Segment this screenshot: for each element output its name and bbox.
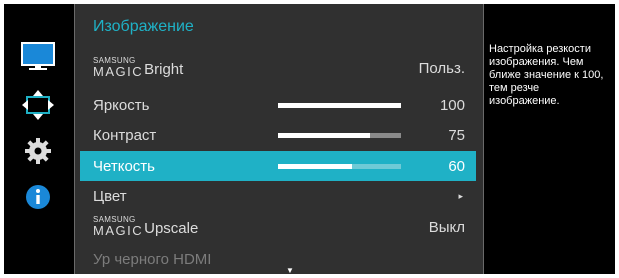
osd-menu: Изображение SAMSUNG MAGIC Bright Польз. … xyxy=(4,4,615,274)
menu-item-value: Польз. xyxy=(418,60,465,77)
menu-item-label: Яркость xyxy=(93,97,150,114)
sharpness-slider[interactable] xyxy=(278,164,401,169)
menu-item-label: Цвет xyxy=(93,188,127,205)
picture-menu-panel: Изображение SAMSUNG MAGIC Bright Польз. … xyxy=(74,4,484,274)
info-icon[interactable] xyxy=(21,180,55,214)
menu-item-label: Upscale xyxy=(144,220,199,237)
menu-item-label: Ур черного HDMI xyxy=(93,251,212,268)
brightness-slider[interactable] xyxy=(278,103,401,108)
menu-item-color[interactable]: Цвет ▸ xyxy=(80,181,476,211)
menu-item-sharpness[interactable]: Четкость 60 xyxy=(80,151,476,181)
contrast-slider[interactable] xyxy=(278,133,401,138)
menu-item-brightness[interactable]: Яркость 100 xyxy=(80,90,476,120)
menu-item-label: Четкость xyxy=(93,158,155,175)
menu-item-contrast[interactable]: Контраст 75 xyxy=(80,120,476,150)
menu-item-magic-upscale[interactable]: SAMSUNG MAGIC Upscale Выкл xyxy=(80,212,476,242)
menu-item-label: Bright xyxy=(144,61,184,78)
samsung-magic-logo: SAMSUNG MAGIC xyxy=(93,56,144,79)
gear-icon[interactable] xyxy=(21,134,55,168)
menu-item-value: 100 xyxy=(439,97,465,114)
menu-item-value: 60 xyxy=(448,158,465,175)
menu-item-value: Выкл xyxy=(428,219,465,236)
samsung-magic-logo: SAMSUNG MAGIC xyxy=(93,215,144,238)
screen-adjust-icon[interactable] xyxy=(21,89,55,123)
slider-fill xyxy=(278,133,371,138)
scroll-down-icon[interactable]: ▼ xyxy=(286,266,294,274)
category-rail xyxy=(4,4,73,274)
menu-item-label: Контраст xyxy=(93,127,157,144)
picture-icon[interactable] xyxy=(21,40,55,74)
slider-fill xyxy=(278,164,352,169)
menu-item-value: 75 xyxy=(448,127,465,144)
menu-item-hdmi-black-level: Ур черного HDMI xyxy=(80,244,476,274)
slider-fill xyxy=(278,103,401,108)
menu-item-magic-bright[interactable]: SAMSUNG MAGIC Bright Польз. xyxy=(80,53,476,83)
submenu-arrow-icon: ▸ xyxy=(458,191,463,201)
help-text: Настройка резкости изображения. Чем ближ… xyxy=(489,43,604,107)
panel-title: Изображение xyxy=(93,18,194,35)
